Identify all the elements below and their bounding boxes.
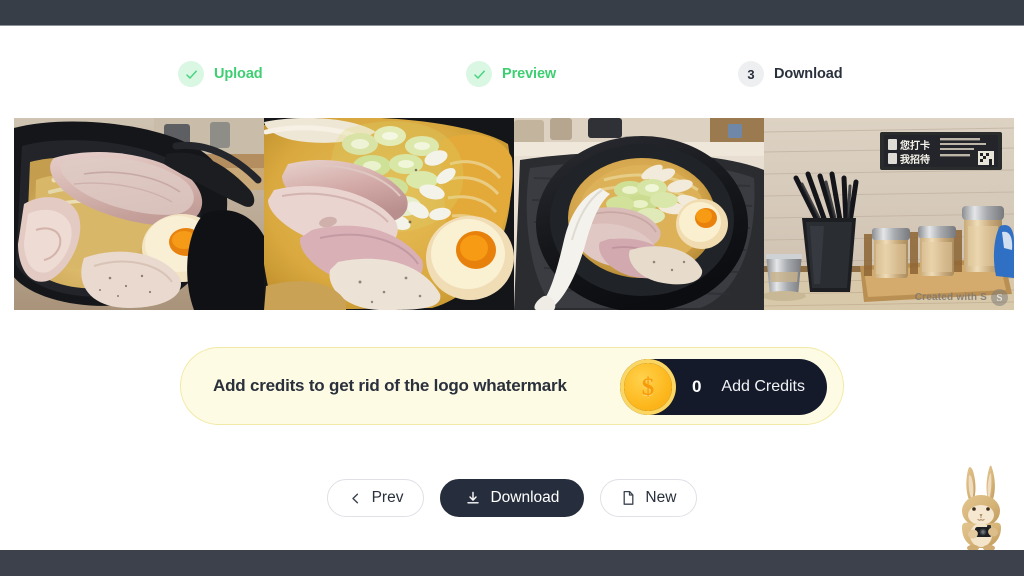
add-credits-button[interactable]: $ 0 Add Credits xyxy=(619,359,827,415)
step-upload-label: Upload xyxy=(214,66,263,82)
action-bar: Prev Download New xyxy=(0,479,1024,517)
result-image-1[interactable] xyxy=(14,118,264,310)
step-download-label: Download xyxy=(774,66,843,82)
check-icon xyxy=(473,69,485,79)
credits-banner: Add credits to get rid of the logo whate… xyxy=(180,347,844,425)
add-credits-label: Add Credits xyxy=(721,378,805,395)
prev-button[interactable]: Prev xyxy=(326,479,425,517)
chevron-left-icon xyxy=(351,493,358,503)
credits-banner-message: Add credits to get rid of the logo whate… xyxy=(213,376,567,395)
image-watermark: Created with S S xyxy=(915,289,1008,306)
watermark-text: Created with S xyxy=(914,292,987,303)
download-icon xyxy=(467,491,480,504)
result-image-3[interactable] xyxy=(514,118,764,310)
rabbit-mascot xyxy=(944,464,1022,550)
progress-stepper: Upload Preview 3 Download xyxy=(0,56,1024,92)
step-download-badge: 3 xyxy=(738,61,764,87)
stepper-step-download[interactable]: 3 Download xyxy=(738,56,843,92)
svg-text:您打卡: 您打卡 xyxy=(900,139,930,152)
stepper-step-upload[interactable]: Upload xyxy=(178,56,263,92)
watermark-logo-icon: S xyxy=(991,289,1008,306)
step-download-number: 3 xyxy=(747,66,755,82)
coin-symbol: $ xyxy=(641,373,655,401)
restaurant-photo-4: 您打卡 我招待 xyxy=(764,118,1014,310)
window-bottom-bar xyxy=(0,550,1024,576)
prev-button-label: Prev xyxy=(371,489,404,506)
credit-balance: 0 xyxy=(691,377,702,396)
download-button[interactable]: Download xyxy=(440,479,585,517)
ramen-photo-3 xyxy=(514,118,764,310)
step-upload-badge xyxy=(178,61,204,87)
app-canvas: Upload Preview 3 Download 您打卡 我招待 Create… xyxy=(0,27,1024,550)
rabbit-mascot-icon xyxy=(962,465,1001,550)
ramen-photo-1 xyxy=(14,118,264,310)
image-result-strip: 您打卡 我招待 Created with S S xyxy=(14,118,1014,310)
svg-text:我招待: 我招待 xyxy=(900,153,930,166)
window-top-bar xyxy=(0,0,1024,26)
document-icon xyxy=(623,490,634,505)
result-image-4[interactable]: 您打卡 我招待 Created with S S xyxy=(764,118,1014,310)
ramen-photo-2 xyxy=(264,118,514,310)
step-preview-badge xyxy=(466,61,492,87)
new-button-label: New xyxy=(645,489,677,506)
stepper-step-preview[interactable]: Preview xyxy=(466,56,556,92)
check-icon xyxy=(185,69,197,79)
dollar-coin-icon: $ xyxy=(623,363,672,411)
download-button-label: Download xyxy=(490,489,560,506)
step-preview-label: Preview xyxy=(502,66,557,82)
new-button[interactable]: New xyxy=(600,479,698,517)
result-image-2[interactable] xyxy=(264,118,514,310)
